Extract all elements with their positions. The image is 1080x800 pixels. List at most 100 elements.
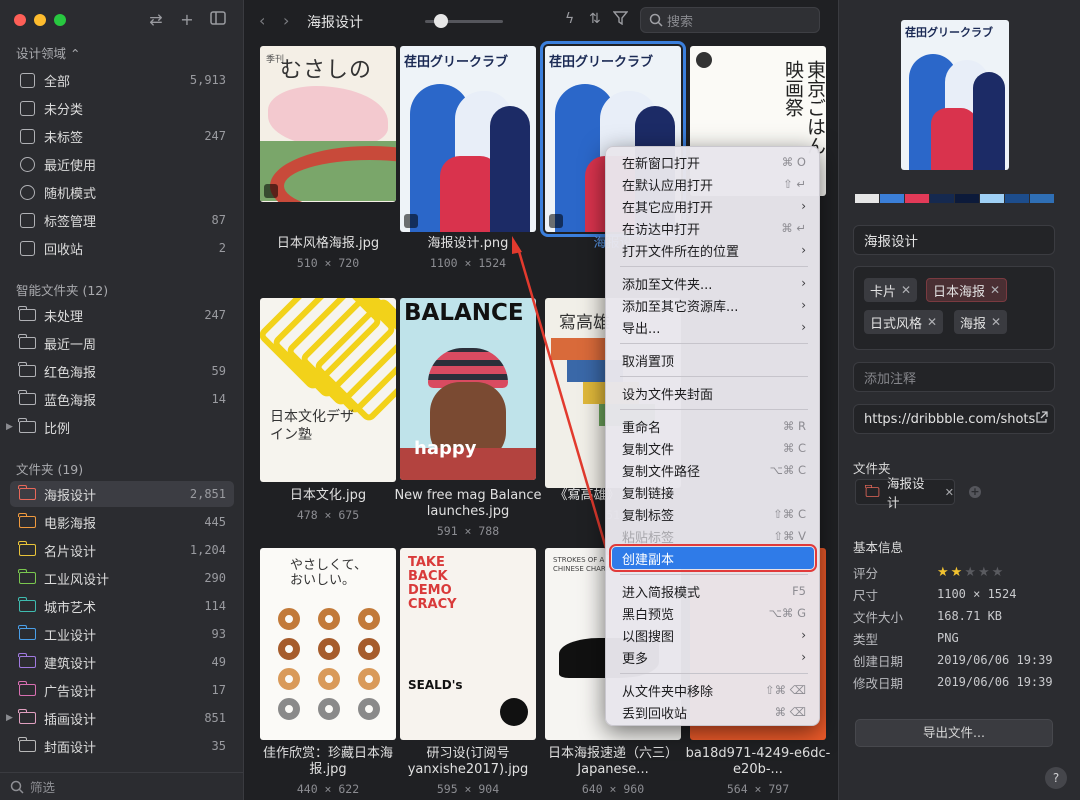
swap-icon[interactable]: ⇄	[145, 9, 167, 31]
sidebar-item-smart[interactable]: 红色海报 59	[10, 358, 234, 384]
context-menu-item[interactable]: 添加至其它资源库... ›	[612, 294, 814, 316]
palette-swatch[interactable]	[955, 194, 979, 203]
open-link-icon[interactable]	[1035, 410, 1048, 428]
palette-swatch[interactable]	[1005, 194, 1029, 203]
sidebar-item-smart[interactable]: 蓝色海报 14	[10, 386, 234, 412]
context-menu-item[interactable]: 在新窗口打开 ⌘ O	[612, 151, 814, 173]
expand-caret-icon[interactable]: ▶	[6, 713, 13, 723]
asset-thumbnail[interactable]: TAKE BACK DEMO CRACY SEALD's	[400, 548, 536, 740]
sidebar-folder[interactable]: 封面设计 35	[10, 733, 234, 759]
star-icon[interactable]: ★	[937, 565, 949, 580]
sidebar-item-system[interactable]: 标签管理 87	[10, 207, 234, 233]
star-icon[interactable]: ★	[992, 565, 1004, 580]
remove-folder-icon[interactable]: ✕	[945, 486, 954, 499]
note-input[interactable]: 添加注释	[864, 368, 916, 387]
sidebar-folder[interactable]: 广告设计 17	[10, 677, 234, 703]
sidebar-folder[interactable]: 建筑设计 49	[10, 649, 234, 675]
asset-name[interactable]: New free mag Balance launches.jpg	[392, 488, 544, 520]
star-icon[interactable]: ★	[951, 565, 963, 580]
remove-tag-icon[interactable]: ✕	[990, 283, 1000, 297]
asset-name[interactable]: ba18d971-4249-e6dc-e20b-...	[682, 746, 834, 778]
export-button[interactable]: 导出文件...	[855, 719, 1053, 747]
sidebar-item-system[interactable]: 未标签 247	[10, 123, 234, 149]
filter-input[interactable]: 筛选	[30, 777, 55, 796]
asset-name[interactable]: 日本风格海报.jpg	[252, 236, 404, 252]
context-menu-item[interactable]: 导出... ›	[612, 316, 814, 338]
palette-swatch[interactable]	[980, 194, 1004, 203]
asset-name[interactable]: 日本海报速递（六三） Japanese...	[537, 746, 689, 778]
filter-bar[interactable]: 筛选	[0, 772, 243, 800]
sidebar-item-system[interactable]: 随机模式	[10, 179, 234, 205]
context-menu-item[interactable]: 添加至文件夹... ›	[612, 272, 814, 294]
asset-name[interactable]: 日本文化.jpg	[252, 488, 404, 504]
sidebar-folder[interactable]: 名片设计 1,204	[10, 537, 234, 563]
context-menu-item[interactable]: 创建副本	[609, 544, 817, 572]
context-menu-item[interactable]: 在访达中打开 ⌘ ↵	[612, 217, 814, 239]
add-icon[interactable]: +	[176, 9, 198, 31]
star-icon[interactable]: ★	[978, 565, 990, 580]
rating-stars[interactable]: ★ ★ ★ ★ ★	[937, 565, 1005, 580]
asset-thumbnail[interactable]: 日本文化デザイン塾	[260, 298, 396, 482]
palette-swatch[interactable]	[930, 194, 954, 203]
search-box[interactable]: 搜索	[640, 7, 820, 33]
asset-thumbnail[interactable]: やさしくて、おいしい。	[260, 548, 396, 740]
context-menu-item[interactable]: 复制文件 ⌘ C	[612, 437, 814, 459]
sidebar-folder[interactable]: 工业风设计 290	[10, 565, 234, 591]
sidebar-item-system[interactable]: 回收站 2	[10, 235, 234, 261]
zoom-window-button[interactable]	[54, 14, 66, 26]
filter-icon[interactable]	[612, 11, 629, 29]
minimize-window-button[interactable]	[34, 14, 46, 26]
note-field[interactable]: 添加注释	[853, 362, 1055, 392]
help-button[interactable]: ?	[1045, 767, 1067, 789]
section-folders-title[interactable]: 文件夹 (19)	[16, 459, 83, 478]
context-menu-item[interactable]: 在默认应用打开 ⇧ ↵	[612, 173, 814, 195]
asset-name[interactable]: 研习设(订阅号yanxishe2017).jpg	[392, 746, 544, 778]
tag-chip[interactable]: 日本海报 ✕	[926, 278, 1008, 302]
zoom-slider-handle[interactable]	[433, 14, 448, 28]
context-menu-item[interactable]: 从文件夹中移除 ⇧⌘ ⌫	[612, 679, 814, 701]
sidebar-item-system[interactable]: 全部 5,913	[10, 67, 234, 93]
context-menu-item[interactable]: 进入简报模式 F5	[612, 580, 814, 602]
context-menu-item[interactable]: 取消置顶	[612, 349, 814, 371]
forward-icon[interactable]: ›	[283, 11, 289, 30]
asset-name[interactable]: 佳作欣赏：珍藏日本海报.jpg	[252, 746, 404, 778]
sidebar-folder[interactable]: 海报设计 2,851	[10, 481, 234, 507]
sort-icon[interactable]: ⇅	[589, 11, 601, 27]
url-field[interactable]: https://dribbble.com/shots	[853, 404, 1055, 434]
asset-thumbnail[interactable]: BALANCE happy	[400, 298, 536, 480]
folder-chip[interactable]: 海报设计 ✕	[855, 476, 955, 510]
context-menu-item[interactable]: 复制标签 ⇧⌘ C	[612, 503, 814, 525]
sidebar-folder[interactable]: 插画设计 851 ▶	[6, 705, 234, 731]
search-input[interactable]: 搜索	[667, 11, 693, 30]
context-menu-item[interactable]: 设为文件夹封面	[612, 382, 814, 404]
context-menu-item[interactable]: 在其它应用打开 ›	[612, 195, 814, 217]
title-field[interactable]: 海报设计	[853, 225, 1055, 255]
tag-chip[interactable]: 日式风格 ✕	[864, 310, 944, 334]
palette-swatch[interactable]	[880, 194, 904, 203]
palette-swatch[interactable]	[905, 194, 929, 203]
star-icon[interactable]: ★	[964, 565, 976, 580]
remove-tag-icon[interactable]: ✕	[927, 315, 937, 329]
remove-tag-icon[interactable]: ✕	[901, 283, 911, 297]
back-icon[interactable]: ‹	[259, 11, 265, 30]
lightning-icon[interactable]: ϟ	[565, 11, 574, 27]
preview-thumbnail[interactable]: 荏田グリークラブ	[901, 20, 1009, 170]
expand-caret-icon[interactable]: ▶	[6, 422, 13, 432]
context-menu-item[interactable]: 以图搜图 ›	[612, 624, 814, 646]
context-menu-item[interactable]: 复制文件路径 ⌥⌘ C	[612, 459, 814, 481]
sidebar-item-system[interactable]: 未分类	[10, 95, 234, 121]
url-value[interactable]: https://dribbble.com/shots	[864, 412, 1035, 427]
context-menu-item[interactable]: 打开文件所在的位置 ›	[612, 239, 814, 261]
tag-chip[interactable]: 海报 ✕	[954, 310, 1008, 334]
tag-field[interactable]: 卡片 ✕ 日本海报 ✕ 日式风格 ✕ 海报 ✕	[853, 266, 1055, 350]
context-menu-item[interactable]: 丢到回收站 ⌘ ⌫	[612, 701, 814, 723]
sidebar-item-smart[interactable]: 比例 ▶	[6, 414, 234, 440]
sidebar-folder[interactable]: 工业设计 93	[10, 621, 234, 647]
asset-thumbnail[interactable]: 季刊 むさしの	[260, 46, 396, 202]
add-folder-icon[interactable]: +	[969, 486, 981, 498]
sidebar-item-smart[interactable]: 最近一周	[10, 330, 234, 356]
sidebar-folder[interactable]: 城市艺术 114	[10, 593, 234, 619]
context-menu-item[interactable]: 复制链接	[612, 481, 814, 503]
section-smart-title[interactable]: 智能文件夹 (12)	[16, 280, 108, 299]
asset-thumbnail[interactable]: 荏田グリークラブ	[400, 46, 536, 232]
